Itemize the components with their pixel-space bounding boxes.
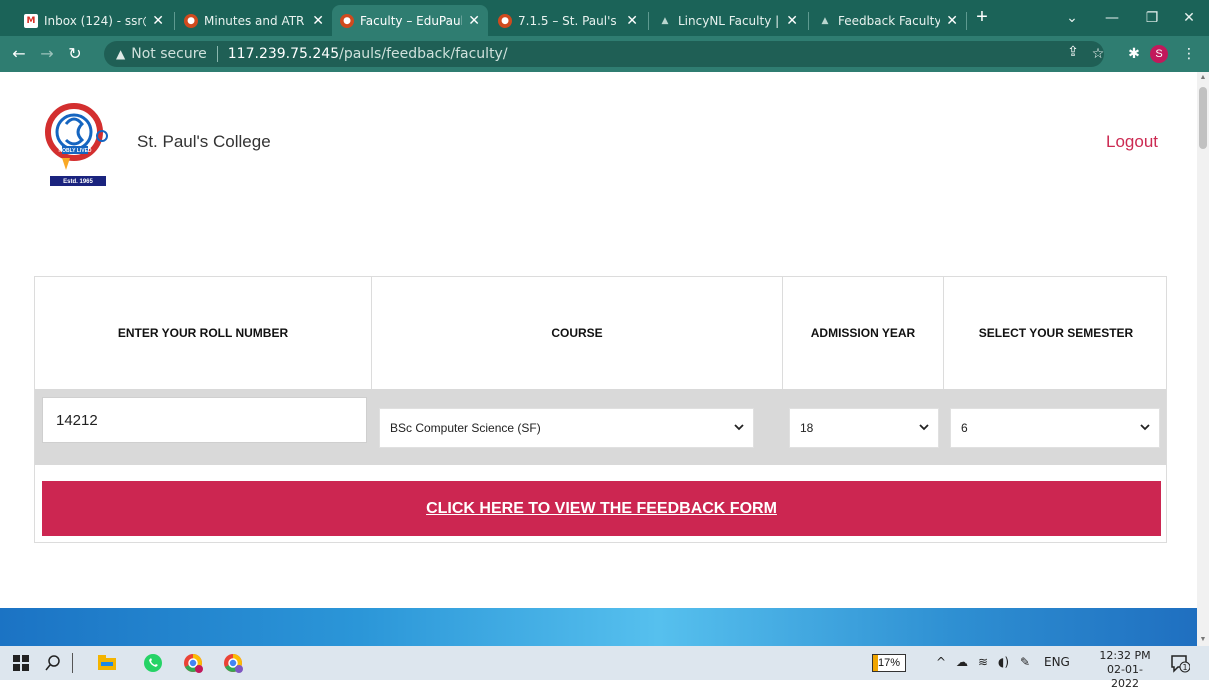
- semester-select-value: 6: [961, 421, 968, 435]
- minimize-icon[interactable]: —: [1092, 6, 1132, 30]
- chrome-profile-s-icon[interactable]: [180, 650, 206, 676]
- tab-divider: [808, 12, 809, 30]
- security-label: Not secure: [131, 46, 207, 62]
- search-icon[interactable]: [40, 650, 66, 676]
- tab-feedback-faculty[interactable]: ▲ Feedback Faculty | S ✕: [810, 5, 966, 36]
- tab-st-pauls[interactable]: ● 7.1.5 – St. Paul's Co ✕: [490, 5, 646, 36]
- close-icon[interactable]: ✕: [626, 13, 638, 29]
- tab-title: Faculty – EduPaul: [360, 13, 463, 28]
- admission-year-select-value: 18: [800, 421, 814, 435]
- battery-indicator[interactable]: 17%: [872, 654, 906, 672]
- chevron-down-icon: [919, 424, 929, 431]
- address-bar[interactable]: ▲ Not secure 117.239.75.245/pauls/feedba…: [104, 41, 1104, 67]
- page-scrollbar[interactable]: ▲ ▼: [1197, 72, 1209, 646]
- forward-icon[interactable]: →: [36, 43, 58, 65]
- share-icon[interactable]: ⇪: [1062, 41, 1084, 63]
- course-select[interactable]: BSc Computer Science (SF): [379, 408, 754, 448]
- logout-link[interactable]: Logout: [1106, 132, 1158, 152]
- roll-number-input[interactable]: [42, 397, 367, 443]
- chevron-down-icon: [1140, 424, 1150, 431]
- gmail-icon: M: [24, 13, 38, 28]
- course-header: COURSE: [372, 277, 783, 389]
- mortarboard-icon: ▲: [821, 15, 829, 26]
- tab-divider: [648, 12, 649, 30]
- tab-title: 7.1.5 – St. Paul's Co: [518, 13, 620, 28]
- whatsapp-icon[interactable]: [140, 650, 166, 676]
- close-icon[interactable]: ✕: [786, 13, 798, 29]
- tab-title: Inbox (124) - ssr@s: [44, 13, 146, 28]
- menu-icon[interactable]: ⋮: [1178, 43, 1200, 65]
- address-divider: [216, 46, 218, 62]
- address-path: /pauls/feedback/faculty/: [339, 46, 508, 62]
- college-icon: ●: [498, 13, 512, 28]
- roll-number-header: ENTER YOUR ROLL NUMBER: [35, 277, 372, 389]
- scroll-up-arrow-icon[interactable]: ▲: [1197, 72, 1209, 84]
- footer-banner: [0, 608, 1197, 646]
- chrome-profile-l-icon[interactable]: [220, 650, 246, 676]
- clock-time: 12:32 PM: [1099, 649, 1151, 662]
- chevron-down-icon: [734, 424, 744, 431]
- volume-icon[interactable]: ◖): [998, 655, 1009, 669]
- tab-minutes[interactable]: ● Minutes and ATR - ✕: [176, 5, 332, 36]
- college-icon: ●: [184, 13, 198, 28]
- scroll-thumb[interactable]: [1199, 87, 1207, 149]
- address-host: 117.239.75.245: [227, 46, 340, 62]
- windows-start-icon[interactable]: [8, 650, 34, 676]
- profile-avatar[interactable]: S: [1150, 45, 1168, 63]
- window-close-icon[interactable]: ✕: [1169, 6, 1209, 30]
- bookmark-star-icon[interactable]: ☆: [1087, 43, 1109, 65]
- close-icon[interactable]: ✕: [152, 13, 164, 29]
- mortarboard-icon: ▲: [661, 15, 669, 26]
- tab-inbox[interactable]: M Inbox (124) - ssr@s ✕: [16, 5, 172, 36]
- taskbar-divider: [72, 653, 73, 673]
- college-icon: ●: [340, 13, 354, 28]
- tab-search-icon[interactable]: ⌄: [1052, 6, 1092, 30]
- tab-divider: [174, 12, 175, 30]
- close-icon[interactable]: ✕: [468, 13, 480, 29]
- tab-title: LincyNL Faculty | St: [678, 13, 780, 28]
- notification-count: 1: [1182, 663, 1187, 672]
- pen-icon[interactable]: ✎: [1020, 655, 1030, 669]
- restore-icon[interactable]: ❐: [1132, 6, 1172, 30]
- close-icon[interactable]: ✕: [946, 13, 958, 29]
- semester-select[interactable]: 6: [950, 408, 1160, 448]
- chevron-up-icon[interactable]: ^: [936, 655, 946, 669]
- course-select-value: BSc Computer Science (SF): [390, 421, 541, 435]
- back-icon[interactable]: ←: [8, 43, 30, 65]
- page-content: NOBLY LIVED Estd. 1965 St. Paul's Colleg…: [0, 72, 1197, 646]
- new-tab-button[interactable]: +: [970, 6, 994, 30]
- browser-toolbar: ← → ↻ ▲ Not secure 117.239.75.245/pauls/…: [0, 36, 1209, 72]
- tab-faculty-edupaul[interactable]: ● Faculty – EduPaul ✕: [332, 5, 488, 36]
- clock-date: 02-01-2022: [1107, 663, 1143, 690]
- college-name: St. Paul's College: [137, 132, 271, 151]
- taskbar-clock[interactable]: 12:32 PM 02-01-2022: [1094, 649, 1156, 691]
- battery-percent: 17%: [877, 657, 901, 669]
- file-explorer-icon[interactable]: [94, 650, 120, 676]
- admission-year-select[interactable]: 18: [789, 408, 939, 448]
- college-logo: NOBLY LIVED Estd. 1965: [45, 103, 108, 186]
- form-input-row: BSc Computer Science (SF) 18 6: [35, 389, 1166, 465]
- close-icon[interactable]: ✕: [312, 13, 324, 29]
- admission-year-header: ADMISSION YEAR: [783, 277, 944, 389]
- extensions-icon[interactable]: ✱: [1123, 43, 1145, 65]
- windows-taskbar: 17% ^ ☁ ≋ ◖) ✎ ENG 12:32 PM 02-01-2022 1: [0, 646, 1209, 690]
- reload-icon[interactable]: ↻: [64, 43, 86, 65]
- tab-title: Minutes and ATR -: [204, 13, 307, 28]
- semester-header: SELECT YOUR SEMESTER: [978, 326, 1134, 340]
- browser-tab-strip: M Inbox (124) - ssr@s ✕ ● Minutes and AT…: [0, 0, 1209, 36]
- warning-icon: ▲: [116, 47, 126, 61]
- view-feedback-form-button[interactable]: CLICK HERE TO VIEW THE FEEDBACK FORM: [42, 481, 1161, 536]
- scroll-down-arrow-icon[interactable]: ▼: [1197, 634, 1209, 646]
- cloud-icon[interactable]: ☁: [956, 655, 968, 669]
- tab-lincy-faculty[interactable]: ▲ LincyNL Faculty | St ✕: [650, 5, 806, 36]
- language-indicator[interactable]: ENG: [1044, 655, 1070, 669]
- logo-established: Estd. 1965: [63, 179, 93, 185]
- tab-divider: [966, 12, 967, 30]
- logo-motto: NOBLY LIVED: [58, 148, 91, 154]
- wifi-icon[interactable]: ≋: [978, 655, 988, 669]
- notification-icon[interactable]: 1: [1170, 653, 1190, 673]
- feedback-selection-form: ENTER YOUR ROLL NUMBER COURSE ADMISSION …: [34, 276, 1167, 543]
- tab-title: Feedback Faculty | S: [838, 13, 941, 28]
- form-header-row: ENTER YOUR ROLL NUMBER COURSE ADMISSION …: [35, 277, 1166, 389]
